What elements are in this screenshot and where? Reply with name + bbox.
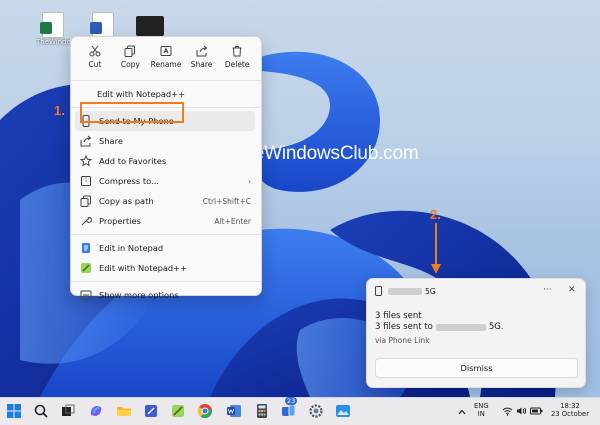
- menu-item-more-options[interactable]: Show more options: [71, 285, 261, 305]
- chrome-icon[interactable]: [197, 403, 213, 419]
- delete-button[interactable]: Delete: [220, 42, 254, 77]
- quick-actions: Cut Copy Rename Share Delete: [71, 37, 261, 77]
- shortcut-label: Ctrl+Shift+C: [202, 196, 251, 206]
- copy-button[interactable]: Copy: [113, 42, 147, 77]
- close-icon[interactable]: ✕: [568, 285, 576, 295]
- clock[interactable]: 18:32 23 October: [548, 402, 592, 418]
- desktop-icon-label: TheWindo: [36, 38, 70, 46]
- desktop-icon-thumbnail[interactable]: [133, 16, 167, 36]
- task-view-icon[interactable]: [60, 403, 76, 419]
- word-file-icon: [90, 12, 114, 38]
- copilot-icon[interactable]: [88, 403, 104, 419]
- annotation-step-1: 1.: [54, 103, 65, 118]
- chevron-up-icon[interactable]: [457, 407, 467, 417]
- notification-badge: 23: [285, 397, 298, 405]
- speaker-icon[interactable]: [516, 406, 527, 416]
- more-options-icon: [80, 289, 92, 301]
- settings-gear-icon[interactable]: [308, 403, 324, 419]
- more-options-icon[interactable]: ···: [543, 285, 552, 295]
- share-button[interactable]: Share: [185, 42, 219, 77]
- rename-icon: [160, 46, 172, 56]
- windows-start-icon[interactable]: [6, 403, 22, 419]
- file-explorer-icon[interactable]: [116, 403, 132, 419]
- phone-link-app[interactable]: 23: [281, 397, 298, 419]
- notification-title: 3 files sent: [375, 311, 422, 321]
- share-icon: [196, 45, 207, 57]
- redacted-device-name: [388, 287, 422, 295]
- phone-icon: [375, 286, 382, 296]
- calculator-icon[interactable]: [254, 403, 270, 419]
- menu-item-edit-notepad[interactable]: Edit in Notepad: [71, 238, 261, 258]
- shortcut-label: Alt+Enter: [214, 216, 251, 226]
- language-indicator[interactable]: ENG IN: [474, 402, 489, 418]
- menu-item-copy-path[interactable]: Copy as path Ctrl+Shift+C: [71, 191, 261, 211]
- notification-header: 5G: [367, 279, 585, 303]
- menu-item-properties[interactable]: Properties Alt+Enter: [71, 211, 261, 231]
- notification-source: via Phone Link: [375, 336, 430, 345]
- chevron-right-icon: ›: [248, 176, 251, 186]
- copy-icon: [124, 45, 136, 57]
- taskbar: 23 ENG IN 18:32 23 October: [0, 397, 600, 425]
- photos-icon[interactable]: [335, 403, 351, 419]
- copy-path-icon: [80, 195, 92, 207]
- redacted-device-name: [435, 323, 486, 331]
- menu-item-edit-notepadpp[interactable]: Edit with Notepad++: [71, 258, 261, 278]
- scissors-icon: [89, 45, 101, 57]
- search-icon[interactable]: [33, 403, 49, 419]
- snipping-tool-icon[interactable]: [143, 403, 159, 419]
- annotation-arrow: [431, 223, 441, 274]
- desktop-icon-word[interactable]: [86, 12, 120, 38]
- battery-icon[interactable]: [530, 406, 543, 416]
- trash-icon: [232, 46, 242, 57]
- menu-item-edit-notepadpp-top[interactable]: Edit with Notepad++: [71, 84, 261, 104]
- phone-link-icon: [282, 404, 296, 417]
- menu-item-add-favorites[interactable]: Add to Favorites: [71, 151, 261, 171]
- dismiss-button[interactable]: Dismiss: [375, 358, 578, 378]
- archive-icon: [80, 175, 92, 187]
- notepadpp-icon: [80, 262, 92, 274]
- menu-item-compress[interactable]: Compress to... ›: [71, 171, 261, 191]
- rename-button[interactable]: Rename: [149, 42, 183, 77]
- wifi-icon[interactable]: [502, 406, 513, 416]
- excel-file-icon: [40, 12, 64, 38]
- notepad-icon: [80, 242, 92, 254]
- image-thumbnail-icon: [136, 16, 164, 36]
- star-icon: [80, 155, 92, 167]
- word-icon[interactable]: [226, 403, 242, 419]
- notification-toast: 5G ··· ✕ 3 files sent 3 files sent to 5G…: [366, 278, 586, 388]
- share-icon: [80, 135, 92, 147]
- desktop-icon-excel[interactable]: TheWindo: [36, 12, 70, 46]
- menu-item-share[interactable]: Share: [71, 131, 261, 151]
- device-name-suffix: 5G: [425, 286, 436, 296]
- wrench-icon: [80, 215, 92, 227]
- cut-button[interactable]: Cut: [78, 42, 112, 77]
- annotation-step-2: 2.: [430, 207, 441, 222]
- highlight-box: [80, 102, 184, 123]
- context-menu: Cut Copy Rename Share Delete Edit with N…: [70, 36, 262, 300]
- notification-body: 3 files sent to 5G.: [375, 322, 504, 332]
- notepadpp-icon[interactable]: [170, 403, 186, 419]
